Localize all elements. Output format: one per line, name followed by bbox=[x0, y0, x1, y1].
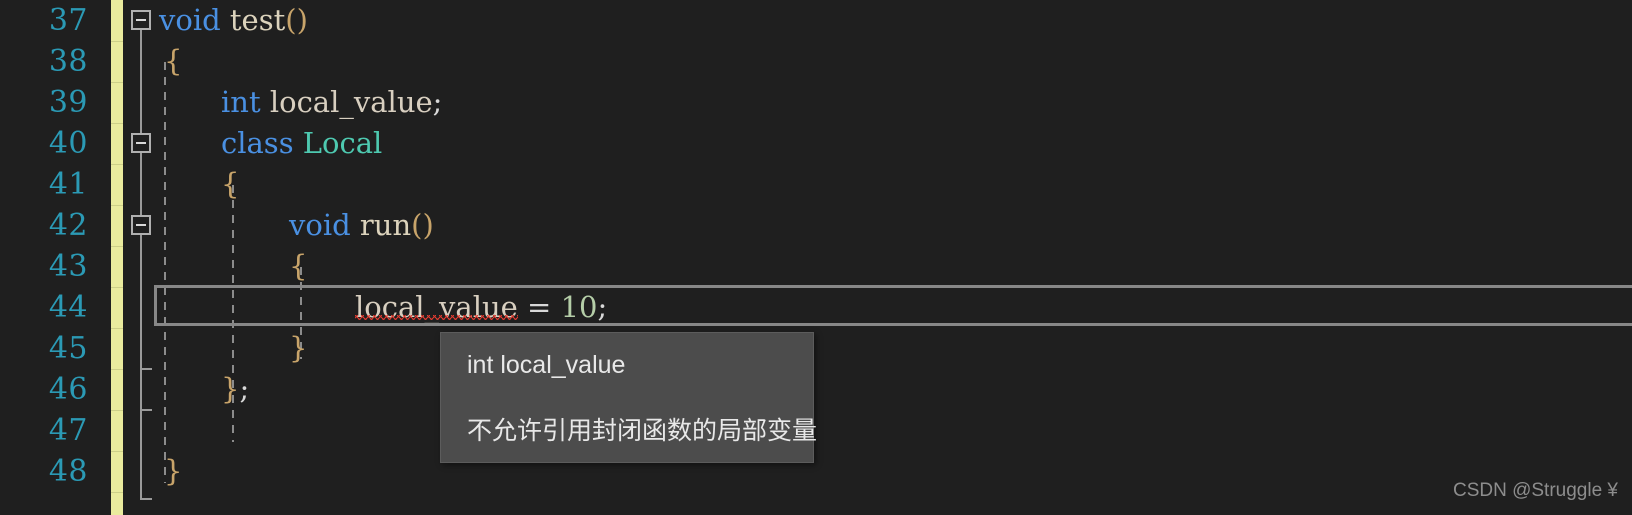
token-operator: = bbox=[527, 290, 552, 324]
token-function-name: test bbox=[229, 3, 286, 37]
line-number: 41 bbox=[48, 167, 88, 202]
fold-toggle-line-37[interactable] bbox=[131, 10, 151, 30]
fold-toggle-line-40[interactable] bbox=[131, 133, 151, 153]
token-brace: } bbox=[289, 331, 308, 365]
change-indicator-bar bbox=[111, 0, 123, 515]
fold-end-marker bbox=[140, 368, 152, 370]
token-brace: { bbox=[221, 167, 240, 201]
tooltip-signature: int local_value bbox=[467, 351, 626, 379]
token-brace: } bbox=[164, 454, 183, 488]
token-semicolon: ; bbox=[597, 290, 608, 324]
token-number: 10 bbox=[560, 290, 598, 324]
line-number: 40 bbox=[48, 126, 88, 161]
line-number: 46 bbox=[48, 372, 88, 407]
code-line-41[interactable]: { bbox=[221, 164, 239, 205]
code-line-40[interactable]: class Local bbox=[221, 123, 382, 164]
code-folding-column[interactable] bbox=[123, 0, 159, 515]
fold-end-marker bbox=[140, 409, 152, 411]
code-surface[interactable]: void test() { int local_value; class Loc… bbox=[159, 0, 1632, 515]
code-line-48[interactable]: } bbox=[164, 451, 182, 492]
code-line-42[interactable]: void run() bbox=[289, 205, 434, 246]
line-number: 42 bbox=[48, 208, 88, 243]
line-number: 44 bbox=[48, 290, 88, 325]
token-parens: () bbox=[285, 3, 308, 37]
tooltip-error-message: 不允许引用封闭函数的局部变量 bbox=[467, 417, 818, 445]
token-identifier-error: local_value bbox=[355, 290, 518, 324]
token-brace: { bbox=[289, 249, 308, 283]
token-keyword: void bbox=[289, 208, 351, 242]
line-number: 37 bbox=[48, 3, 88, 38]
line-number-gutter: 37 38 39 40 41 42 43 44 45 46 47 48 bbox=[0, 0, 110, 515]
token-brace: } bbox=[221, 372, 240, 406]
code-line-46[interactable]: }; bbox=[221, 369, 249, 410]
line-number: 39 bbox=[48, 85, 88, 120]
line-number: 48 bbox=[48, 454, 88, 489]
token-semicolon: ; bbox=[239, 372, 250, 406]
line-number: 38 bbox=[48, 44, 88, 79]
token-keyword: int bbox=[221, 85, 261, 119]
token-function-name: run bbox=[359, 208, 412, 242]
line-number: 43 bbox=[48, 249, 88, 284]
fold-end-marker bbox=[140, 498, 152, 500]
line-number: 47 bbox=[48, 413, 88, 448]
code-line-38[interactable]: { bbox=[164, 41, 182, 82]
token-brace: { bbox=[164, 44, 183, 78]
code-line-44[interactable]: local_value = 10; bbox=[355, 287, 607, 328]
token-parens: () bbox=[411, 208, 434, 242]
code-line-43[interactable]: { bbox=[289, 246, 307, 287]
fold-toggle-line-42[interactable] bbox=[131, 215, 151, 235]
token-keyword: void bbox=[159, 3, 221, 37]
code-line-37[interactable]: void test() bbox=[159, 0, 308, 41]
token-class-name: Local bbox=[302, 126, 383, 160]
token-keyword: class bbox=[221, 126, 294, 160]
code-editor[interactable]: 37 38 39 40 41 42 43 44 45 46 47 48 void… bbox=[0, 0, 1632, 515]
token-identifier: local_value bbox=[269, 85, 433, 119]
watermark-text: CSDN @Struggle ¥ bbox=[1452, 480, 1618, 501]
code-line-45[interactable]: } bbox=[289, 328, 307, 369]
hover-tooltip: int local_value 不允许引用封闭函数的局部变量 bbox=[440, 332, 818, 463]
token-semicolon: ; bbox=[432, 85, 443, 119]
line-number: 45 bbox=[48, 331, 88, 366]
indent-guide bbox=[164, 62, 166, 483]
code-line-39[interactable]: int local_value; bbox=[221, 82, 442, 123]
